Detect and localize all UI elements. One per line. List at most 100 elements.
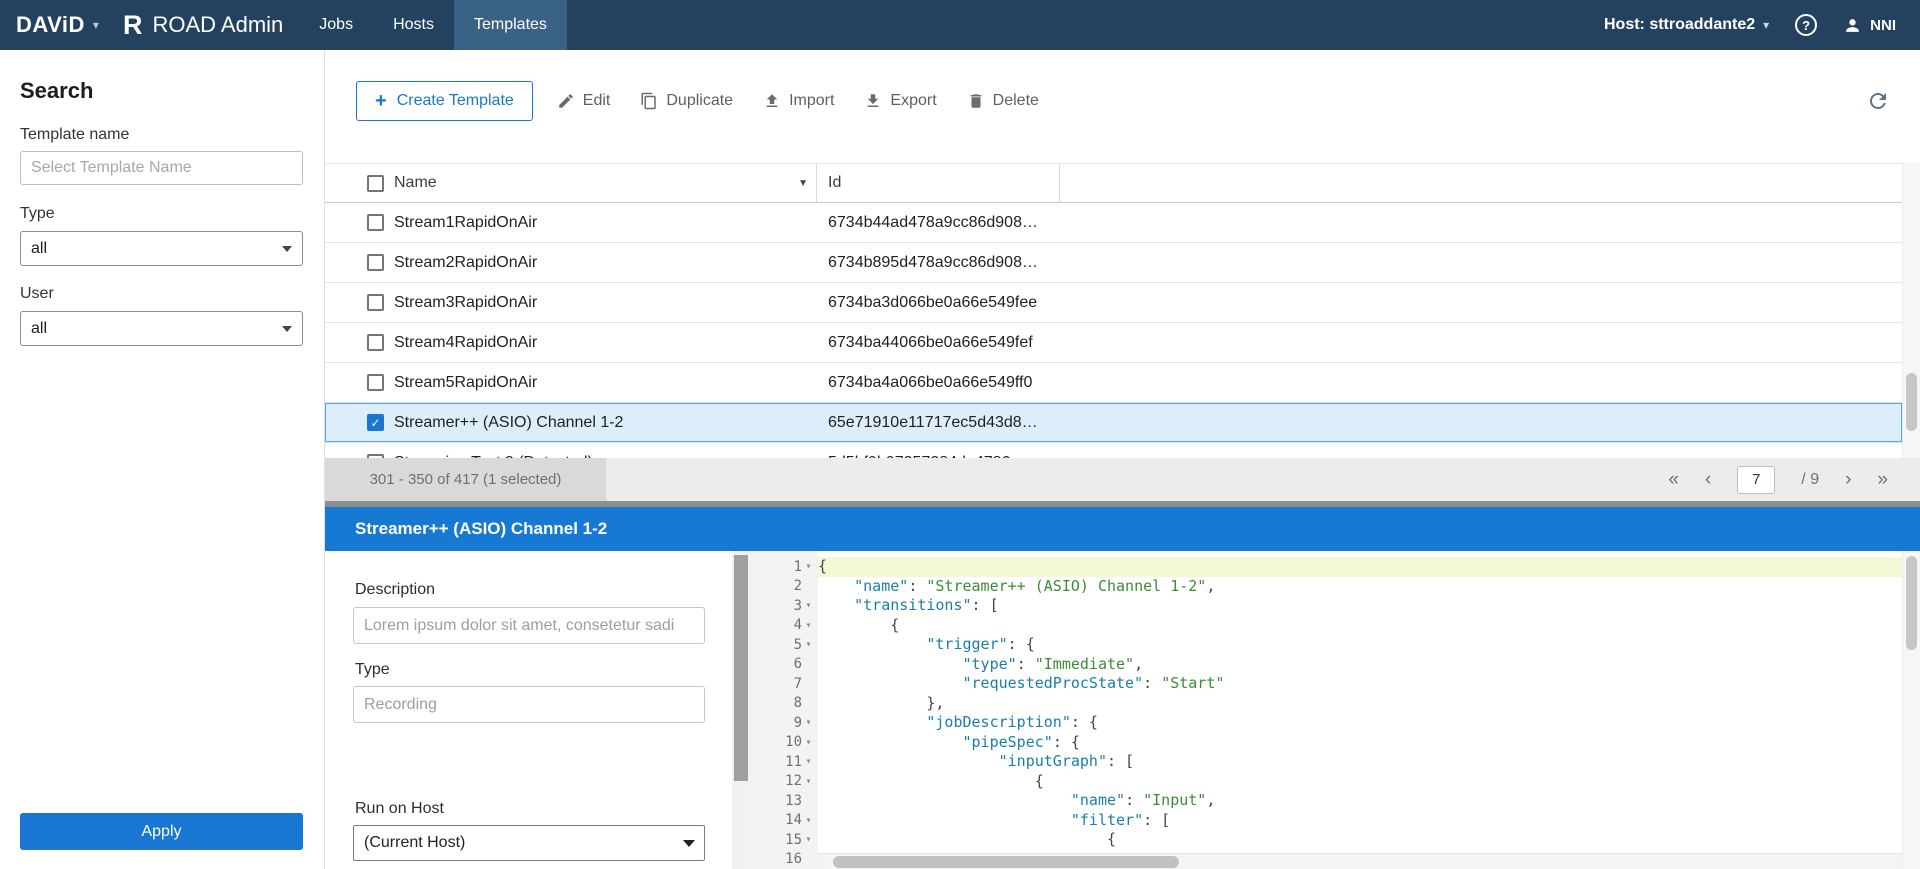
line-number: 7 bbox=[794, 676, 802, 692]
code-line[interactable]: "trigger": { bbox=[818, 635, 1902, 655]
scrollbar-thumb[interactable] bbox=[734, 555, 748, 781]
run-on-host-label: Run on Host bbox=[355, 800, 444, 818]
select-all-checkbox[interactable] bbox=[367, 175, 384, 192]
table-row[interactable]: Stream4RapidOnAir6734ba44066be0a66e549fe… bbox=[325, 323, 1902, 363]
template-name-input[interactable] bbox=[20, 151, 303, 185]
import-button[interactable]: Import bbox=[763, 92, 834, 110]
last-page-button[interactable]: » bbox=[1877, 470, 1888, 489]
run-on-host-select[interactable]: (Current Host) bbox=[353, 825, 705, 861]
user-icon bbox=[1843, 16, 1862, 35]
code-line[interactable]: }, bbox=[818, 694, 1902, 714]
line-number: 16 bbox=[785, 851, 802, 867]
description-input[interactable] bbox=[353, 607, 705, 644]
code-line[interactable]: { bbox=[818, 557, 1902, 577]
scrollbar-thumb[interactable] bbox=[1906, 556, 1917, 650]
fold-toggle-icon[interactable]: ▾ bbox=[802, 776, 815, 787]
type-filter-select[interactable]: all bbox=[20, 231, 303, 266]
scrollbar-thumb[interactable] bbox=[833, 856, 1179, 868]
fold-toggle-icon[interactable]: ▾ bbox=[802, 600, 815, 611]
duplicate-button[interactable]: Duplicate bbox=[640, 92, 733, 110]
nav-item-hosts[interactable]: Hosts bbox=[373, 0, 454, 50]
column-header-name[interactable]: Name ▼ bbox=[394, 164, 817, 202]
gutter-line: 12▾ bbox=[750, 772, 818, 792]
create-template-button[interactable]: + Create Template bbox=[356, 81, 533, 121]
table-row[interactable]: Stream1RapidOnAir6734b44ad478a9cc86d908… bbox=[325, 203, 1902, 243]
line-number: 3 bbox=[794, 598, 802, 614]
row-name: Streamer++ (ASIO) Channel 1-2 bbox=[394, 414, 817, 432]
code-line[interactable]: { bbox=[818, 616, 1902, 636]
export-icon bbox=[864, 92, 882, 110]
fold-toggle-icon[interactable]: ▾ bbox=[802, 834, 815, 845]
fold-toggle-icon[interactable]: ▾ bbox=[802, 815, 815, 826]
nav-item-jobs[interactable]: Jobs bbox=[299, 0, 373, 50]
editor-horizontal-scrollbar[interactable] bbox=[818, 853, 1902, 869]
row-id: 65e71910e11717ec5d43d8… bbox=[817, 414, 1060, 432]
fold-toggle-icon[interactable]: ▾ bbox=[802, 639, 815, 650]
row-checkbox[interactable] bbox=[367, 294, 384, 311]
code-line[interactable]: "filter": [ bbox=[818, 811, 1902, 831]
apply-button[interactable]: Apply bbox=[20, 813, 303, 850]
form-vertical-scrollbar[interactable] bbox=[732, 551, 750, 869]
row-checkbox-cell bbox=[325, 243, 394, 282]
code-line[interactable]: { bbox=[818, 772, 1902, 792]
export-button[interactable]: Export bbox=[864, 92, 936, 110]
id-column-label: Id bbox=[828, 174, 841, 192]
top-navbar: DAViD ▾ R ROAD Admin Jobs Hosts Template… bbox=[0, 0, 1920, 50]
editor-vertical-scrollbar[interactable] bbox=[1902, 551, 1920, 869]
user-menu[interactable]: NNI bbox=[1843, 16, 1896, 35]
code-line[interactable]: "inputGraph": [ bbox=[818, 752, 1902, 772]
json-editor[interactable]: 1▾23▾4▾5▾6789▾10▾11▾12▾1314▾15▾16 { "nam… bbox=[750, 551, 1902, 869]
code-line[interactable]: "transitions": [ bbox=[818, 596, 1902, 616]
host-selector[interactable]: Host: sttroaddante2 ▾ bbox=[1604, 16, 1769, 34]
editor-code[interactable]: { "name": "Streamer++ (ASIO) Channel 1-2… bbox=[818, 551, 1902, 869]
total-pages-label: / 9 bbox=[1801, 471, 1819, 489]
page-number-input[interactable] bbox=[1737, 466, 1775, 494]
david-logo[interactable]: DAViD ▾ bbox=[0, 0, 115, 50]
table-row[interactable]: Stream3RapidOnAir6734ba3d066be0a66e549fe… bbox=[325, 283, 1902, 323]
template-type-input[interactable] bbox=[353, 686, 705, 723]
table-row[interactable]: ✓ Streamer++ (ASIO) Channel 1-265e71910e1… bbox=[325, 403, 1902, 443]
code-line[interactable]: { bbox=[818, 830, 1902, 850]
edit-button[interactable]: Edit bbox=[557, 92, 611, 110]
main-content: + Create Template Edit Duplicate Import bbox=[325, 50, 1920, 869]
help-icon[interactable]: ? bbox=[1795, 14, 1817, 36]
delete-button[interactable]: Delete bbox=[967, 92, 1039, 110]
row-checkbox[interactable] bbox=[367, 214, 384, 231]
code-line[interactable]: "type": "Immediate", bbox=[818, 655, 1902, 675]
code-line[interactable]: "name": "Streamer++ (ASIO) Channel 1-2", bbox=[818, 577, 1902, 597]
row-checkbox-cell bbox=[325, 443, 394, 458]
table-row[interactable]: Streaming Test 2 (Detected)5d5bf9b972572… bbox=[325, 443, 1902, 458]
table-row[interactable]: Stream5RapidOnAir6734ba4a066be0a66e549ff… bbox=[325, 363, 1902, 403]
refresh-button[interactable] bbox=[1866, 89, 1890, 113]
fold-toggle-icon[interactable]: ▾ bbox=[802, 620, 815, 631]
gutter-line: 15▾ bbox=[750, 830, 818, 850]
fold-toggle-icon[interactable]: ▾ bbox=[802, 561, 815, 572]
table-row[interactable]: Stream2RapidOnAir6734b895d478a9cc86d908… bbox=[325, 243, 1902, 283]
row-checkbox[interactable] bbox=[367, 254, 384, 271]
code-line[interactable]: "requestedProcState": "Start" bbox=[818, 674, 1902, 694]
pagination-controls: « ‹ / 9 › » bbox=[1668, 466, 1920, 494]
fold-toggle-icon[interactable]: ▾ bbox=[802, 756, 815, 767]
row-checkbox[interactable] bbox=[367, 374, 384, 391]
next-page-button[interactable]: › bbox=[1845, 470, 1851, 489]
sort-desc-icon[interactable]: ▼ bbox=[798, 178, 808, 189]
row-checkbox[interactable] bbox=[367, 334, 384, 351]
column-header-id[interactable]: Id bbox=[817, 164, 1060, 202]
code-line[interactable]: "jobDescription": { bbox=[818, 713, 1902, 733]
user-filter-select[interactable]: all bbox=[20, 311, 303, 346]
sidebar-title: Search bbox=[20, 78, 93, 104]
nav-item-templates[interactable]: Templates bbox=[454, 0, 567, 50]
row-checkbox[interactable]: ✓ bbox=[367, 414, 384, 431]
table-body: Stream1RapidOnAir6734b44ad478a9cc86d908…… bbox=[325, 203, 1902, 458]
prev-page-button[interactable]: ‹ bbox=[1705, 470, 1711, 489]
type-filter-label: Type bbox=[20, 205, 55, 223]
fold-toggle-icon[interactable]: ▾ bbox=[802, 717, 815, 728]
table-vertical-scrollbar[interactable] bbox=[1902, 163, 1920, 458]
scrollbar-thumb[interactable] bbox=[1906, 373, 1917, 431]
code-line[interactable]: "pipeSpec": { bbox=[818, 733, 1902, 753]
code-line[interactable]: "name": "Input", bbox=[818, 791, 1902, 811]
import-label: Import bbox=[789, 92, 834, 110]
first-page-button[interactable]: « bbox=[1668, 470, 1679, 489]
chevron-down-icon bbox=[683, 840, 695, 847]
fold-toggle-icon[interactable]: ▾ bbox=[802, 737, 815, 748]
